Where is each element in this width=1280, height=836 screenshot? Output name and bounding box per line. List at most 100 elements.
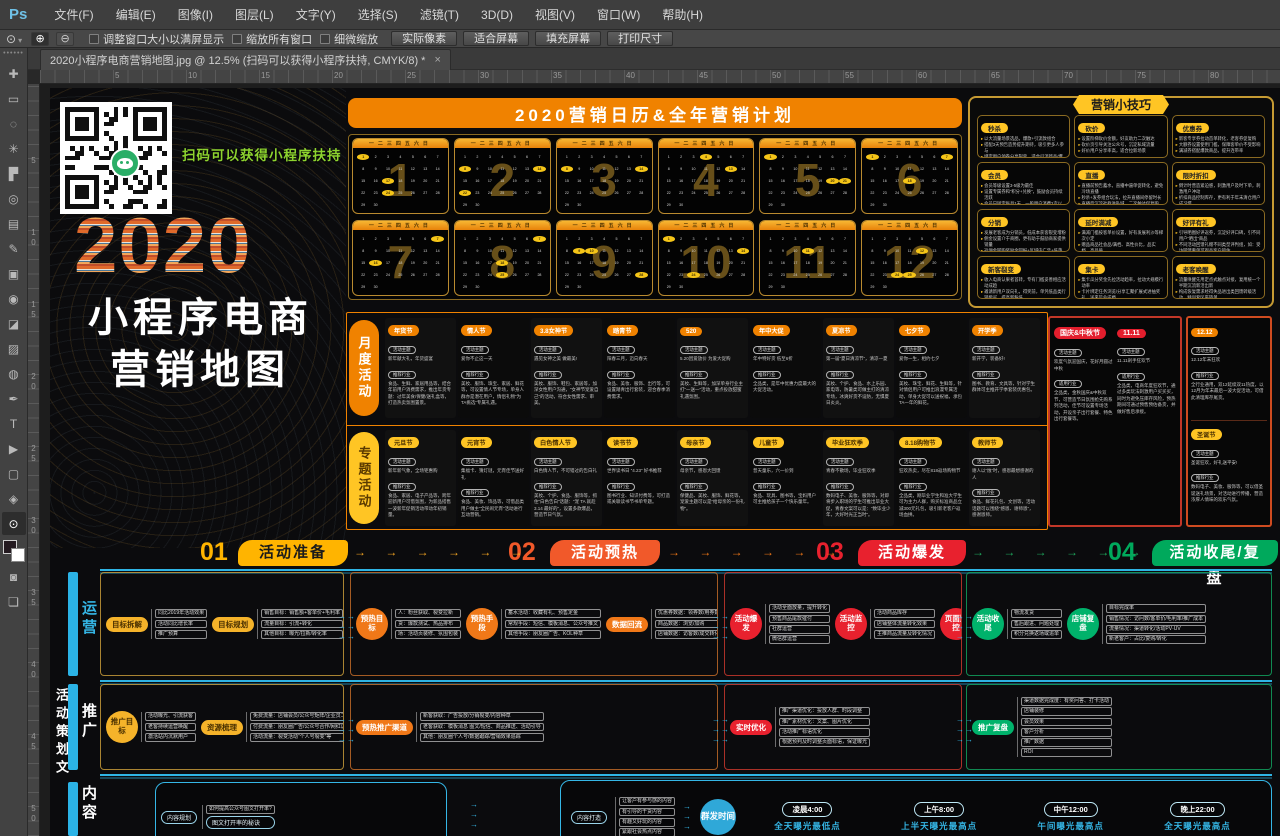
flow-item: 活动全面放量，提升转化: [769, 604, 830, 613]
send-time-caption: 午间曝光最高点: [1037, 820, 1104, 832]
bullet-icon: ▸: [1078, 201, 1080, 205]
calendar-day: 11: [802, 248, 814, 254]
menu-item[interactable]: 窗口(W): [586, 0, 651, 30]
tip-text: 不同活动回馈礼赠不同类型评判组，如：受访回馈重单可观品客户锁住: [1179, 242, 1261, 252]
industry-chip: 推荐行业: [1191, 474, 1219, 482]
panel-grip-icon[interactable]: ••••••: [3, 51, 24, 57]
options-checkboxes: 调整窗口大小以满屏显示缩放所有窗口细微缩放: [81, 31, 378, 47]
type-tool[interactable]: T: [2, 412, 26, 435]
clone-stamp-tool[interactable]: ▣: [2, 262, 26, 285]
crop-tool[interactable]: ▛: [2, 162, 26, 185]
flow-node: 预热目标: [356, 608, 388, 640]
calendar-day: 18: [903, 178, 915, 184]
tip-line: ▸赠品商品社会品/满档、高性价比，品实档、高品质: [1078, 242, 1163, 252]
menu-item[interactable]: 滤镜(T): [409, 0, 470, 30]
quick-mask-button[interactable]: ◙: [2, 565, 26, 588]
zoom-tool-options-icon[interactable]: ⊙▾: [6, 32, 22, 46]
activity-theme: 圣诞狂欢，好礼送平安!: [1191, 460, 1267, 467]
hand-tool[interactable]: ◈: [2, 487, 26, 510]
theme-chip: 活动主题: [1054, 349, 1082, 357]
flow-item: 活动流量：裂变活动“个人号裂变”等: [250, 733, 343, 742]
calendar-day: 1: [561, 154, 573, 160]
calendar-day: 29: [764, 284, 776, 290]
calendar-day: 14: [839, 248, 851, 254]
option-button[interactable]: 打印尺寸: [607, 31, 673, 46]
magic-wand-tool[interactable]: ✳: [2, 137, 26, 160]
calendar-day: 19: [508, 178, 520, 184]
gradient-tool[interactable]: ▨: [2, 337, 26, 360]
option-checkbox[interactable]: 缩放所有窗口: [232, 31, 312, 47]
menu-item[interactable]: 编辑(E): [105, 0, 167, 30]
calendar-day: 13: [419, 248, 431, 254]
ruler-mark: 5: [115, 71, 119, 80]
option-button[interactable]: 实际像素: [391, 31, 457, 46]
calendar-day: 14: [431, 166, 443, 172]
phase-banner: 活动爆发: [858, 540, 966, 566]
calendar-day: 27: [928, 190, 940, 196]
color-swatches[interactable]: [3, 540, 25, 562]
flow-item: 渠道数据完成度：有奖问答、打卡活动: [1021, 697, 1112, 706]
calendar-day: 30: [369, 284, 381, 290]
menu-item[interactable]: 文字(Y): [285, 0, 347, 30]
lasso-tool[interactable]: ◌: [2, 112, 26, 135]
healing-brush-tool[interactable]: ▤: [2, 212, 26, 235]
calendar-day: 20: [826, 260, 838, 266]
zoom-out-button[interactable]: ⊖: [56, 32, 74, 46]
content-plan-node[interactable]: 内容规划: [161, 811, 197, 824]
checkbox-box-icon[interactable]: [320, 34, 330, 44]
menu-item[interactable]: 3D(D): [470, 0, 524, 30]
flow-item: 其他目标：曝光/拉新/转化率: [261, 630, 343, 639]
eraser-tool[interactable]: ◪: [2, 312, 26, 335]
option-button[interactable]: 填充屏幕: [535, 31, 601, 46]
document-tab[interactable]: 2020小程序电商营销地图.jpg @ 12.5% (扫码可以获得小程序扶持, …: [40, 49, 451, 70]
checkbox-box-icon[interactable]: [89, 34, 99, 44]
flow-item: 付费流量：朋友圈广告/公众号合作/网红达人: [250, 723, 343, 732]
shape-tool[interactable]: ▢: [2, 462, 26, 485]
calendar-day: 19: [610, 260, 622, 266]
calendar-day: 18: [394, 260, 406, 266]
option-button[interactable]: 适合屏幕: [463, 31, 529, 46]
menu-item[interactable]: 选择(S): [347, 0, 409, 30]
document-canvas[interactable]: 扫码可以获得小程序扶持 2020 小程序电商 营销地图 2020营销日历&全年营…: [40, 84, 1280, 836]
checkbox-box-icon[interactable]: [232, 34, 242, 44]
path-select-tool[interactable]: ▶: [2, 437, 26, 460]
background-color-swatch[interactable]: [11, 548, 25, 562]
calendar-day: 26: [712, 272, 724, 278]
pen-tool[interactable]: ✒: [2, 387, 26, 410]
horizontal-ruler[interactable]: 5101520253035404550556065707580: [40, 70, 1280, 84]
calendar-day: 29: [561, 202, 573, 208]
menu-item[interactable]: 图层(L): [224, 0, 285, 30]
calendar-day: 16: [675, 178, 687, 184]
marquee-tool[interactable]: ▭: [2, 87, 26, 110]
calendar-day: 8: [357, 166, 369, 172]
zoom-in-button[interactable]: ⊕: [31, 32, 49, 46]
content-build-node[interactable]: 内容打造: [571, 811, 607, 824]
calendar-day: 12: [712, 248, 724, 254]
menu-item[interactable]: 文件(F): [43, 0, 104, 30]
menu-item[interactable]: 图像(I): [167, 0, 224, 30]
poster-image: 扫码可以获得小程序扶持 2020 小程序电商 营销地图 2020营销日历&全年营…: [50, 88, 1280, 836]
option-checkbox[interactable]: 细微缩放: [320, 31, 378, 47]
vertical-ruler[interactable]: 5101520253035404550: [28, 84, 40, 836]
menu-item[interactable]: 视图(V): [524, 0, 586, 30]
history-brush-tool[interactable]: ◉: [2, 287, 26, 310]
flow-cell: 活动爆发活动全面放量，提升转化预售商品尾款催付社群运营微信群运营活动监控活动商品…: [724, 572, 962, 676]
zoom-tool[interactable]: ⊙: [2, 512, 26, 535]
calendar-day: 1: [459, 154, 471, 160]
tab-close-icon[interactable]: ×: [434, 54, 440, 66]
option-checkbox[interactable]: 调整窗口大小以满屏显示: [89, 31, 224, 47]
calendar-day: 24: [484, 272, 496, 278]
calendar-day: 9: [369, 166, 381, 172]
calendar-day: 19: [610, 178, 622, 184]
calendar-day: 20: [928, 178, 940, 184]
move-tool[interactable]: ✚: [2, 62, 26, 85]
screen-mode-button[interactable]: ❏: [2, 590, 26, 613]
menu-item[interactable]: 帮助(H): [651, 0, 714, 30]
bullet-icon: ▸: [1176, 148, 1178, 154]
calendar-day: 5: [407, 236, 419, 242]
eyedropper-tool[interactable]: ◎: [2, 187, 26, 210]
brush-tool[interactable]: ✎: [2, 237, 26, 260]
calendar-day: 20: [725, 260, 737, 266]
blur-tool[interactable]: ◍: [2, 362, 26, 385]
calendar-day: 10: [382, 166, 394, 172]
